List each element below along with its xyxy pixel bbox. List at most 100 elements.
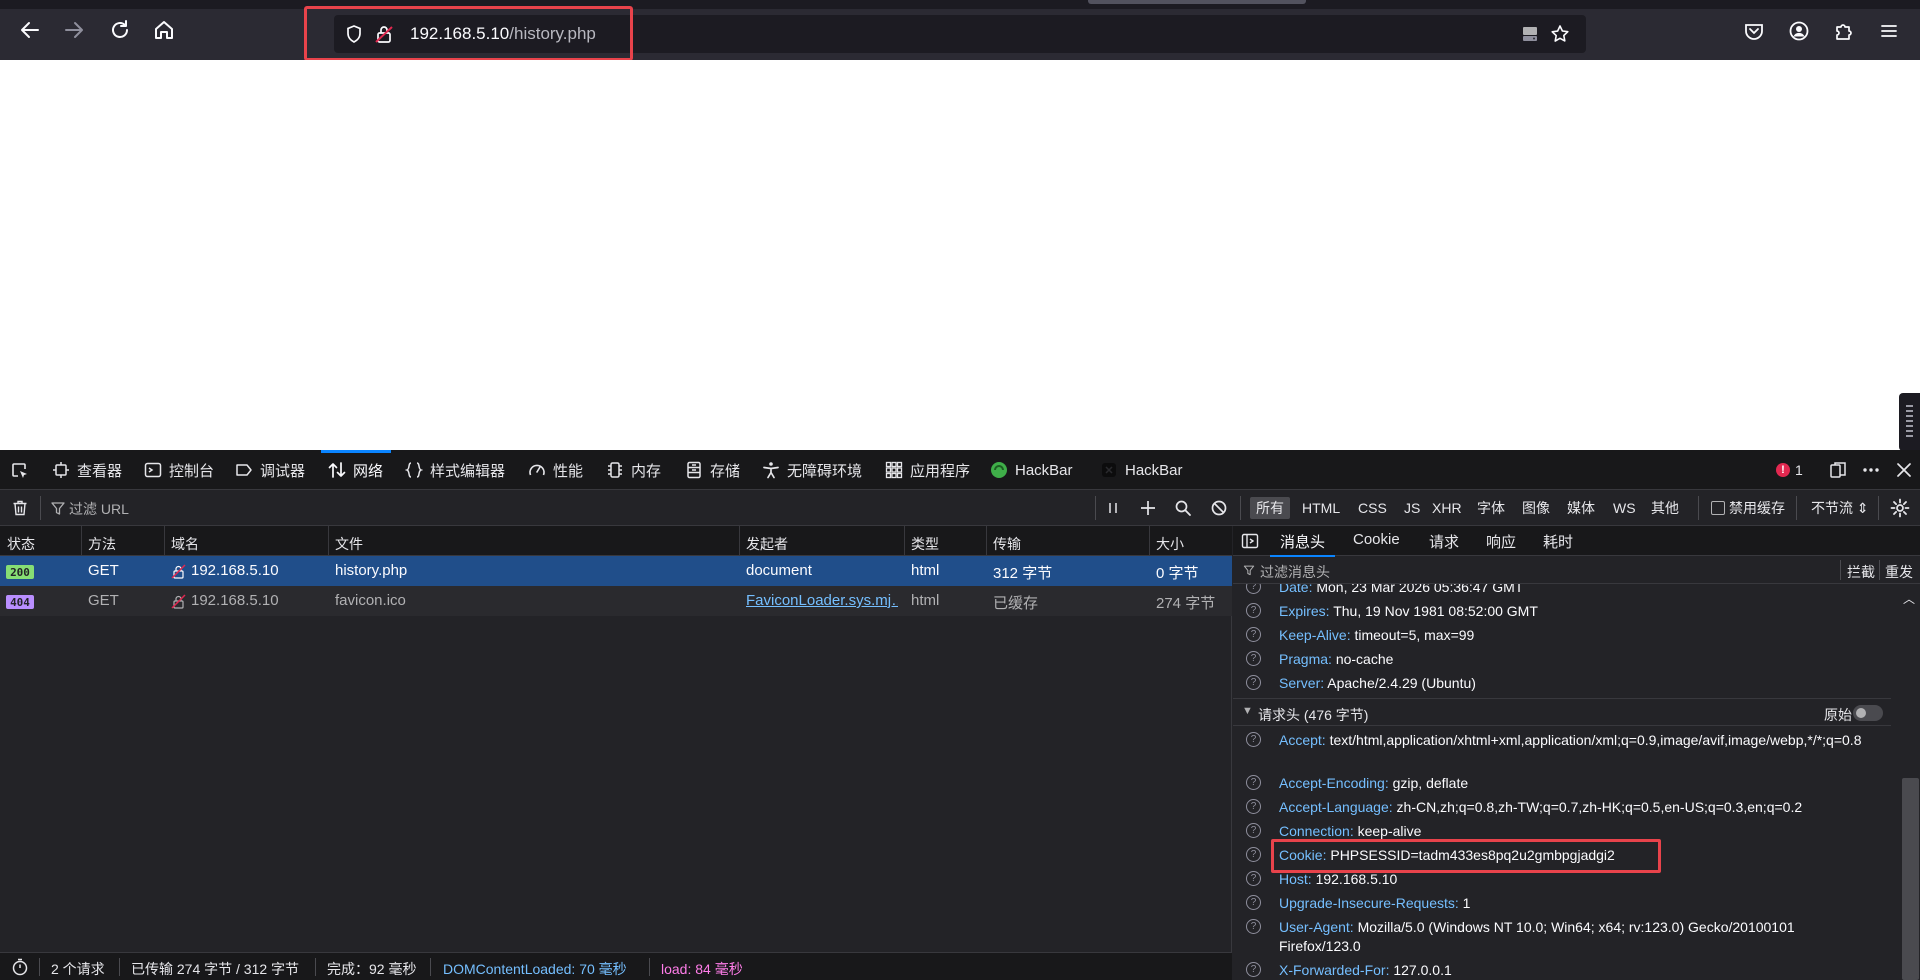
filter-icon: [1243, 565, 1255, 576]
account-button[interactable]: [1788, 20, 1810, 42]
block-button[interactable]: 拦截: [1847, 562, 1875, 582]
error-count-badge[interactable]: ! 1: [1776, 461, 1803, 479]
hackbar-icon: [991, 462, 1007, 478]
filter-media[interactable]: 媒体: [1561, 497, 1601, 519]
tab-debugger[interactable]: 调试器: [235, 450, 305, 490]
column-initiator[interactable]: 发起者: [746, 534, 788, 554]
resend-button[interactable]: 重发: [1885, 562, 1913, 582]
raw-toggle[interactable]: [1853, 705, 1883, 721]
filter-all[interactable]: 所有: [1250, 497, 1290, 519]
search-button[interactable]: [1174, 499, 1192, 517]
help-icon: ?: [1246, 962, 1261, 977]
finish-time: 完成：92 毫秒: [327, 961, 417, 977]
filter-css[interactable]: CSS: [1352, 497, 1393, 519]
element-picker-icon[interactable]: [10, 461, 30, 481]
filter-html[interactable]: HTML: [1296, 497, 1346, 519]
column-status[interactable]: 状态: [7, 534, 35, 554]
column-domain[interactable]: 域名: [171, 534, 199, 554]
home-button[interactable]: [152, 18, 176, 42]
forward-button[interactable]: [62, 18, 86, 42]
filter-xhr[interactable]: XHR: [1426, 497, 1468, 519]
disable-cache-checkbox[interactable]: 禁用缓存: [1705, 497, 1791, 519]
pause-button[interactable]: [1104, 499, 1122, 517]
section-title: 请求头 (476 字节): [1258, 707, 1369, 723]
tab-application[interactable]: 应用程序: [885, 450, 970, 490]
filter-js[interactable]: JS: [1398, 497, 1426, 519]
sidebar-handle[interactable]: [1899, 393, 1920, 451]
arrow-left-icon: [21, 22, 39, 38]
hackbar-dark-icon: [1102, 463, 1116, 477]
clear-requests-button[interactable]: [11, 499, 29, 517]
table-row[interactable]: 200 GET 192.168.5.10 history.php documen…: [0, 556, 1232, 586]
pocket-button[interactable]: [1743, 20, 1765, 42]
header-key: Expires:: [1279, 603, 1330, 619]
scroll-up-icon[interactable]: ︿: [1903, 590, 1915, 607]
column-transferred[interactable]: 传输: [993, 534, 1021, 554]
filter-other[interactable]: 其他: [1645, 497, 1685, 519]
request-details-panel: 消息头 Cookie 请求 响应 耗时 过滤消息头 拦截 重发 ? Date: M…: [1233, 526, 1920, 980]
tab-hackbar-2[interactable]: HackBar: [1100, 450, 1183, 490]
tab-network[interactable]: 网络: [320, 450, 392, 490]
tab-response[interactable]: 响应: [1486, 531, 1516, 552]
header-value: Mon, 23 Mar 2026 05:36:47 GMT: [1316, 584, 1524, 595]
tab-timings[interactable]: 耗时: [1543, 531, 1573, 552]
network-settings-button[interactable]: [1890, 498, 1910, 518]
header-key: Accept-Language:: [1279, 799, 1393, 815]
cookie-highlight-box: [1271, 839, 1661, 873]
throttle-label: 不节流: [1811, 500, 1853, 516]
menu-button[interactable]: [1878, 20, 1900, 42]
url-filter-input[interactable]: 过滤 URL: [69, 499, 129, 519]
responsive-design-button[interactable]: [1829, 461, 1847, 479]
filter-fonts[interactable]: 字体: [1471, 497, 1511, 519]
table-row[interactable]: 404 GET 192.168.5.10 favicon.ico Favicon…: [0, 586, 1232, 616]
tab-memory[interactable]: 内存: [606, 450, 661, 490]
tab[interactable]: [1088, 0, 1306, 4]
tab-console[interactable]: 控制台: [144, 450, 214, 490]
scrollbar-thumb[interactable]: [1902, 778, 1919, 980]
tab-style-editor[interactable]: 样式编辑器: [405, 450, 505, 490]
back-button[interactable]: [18, 18, 42, 42]
bookmark-star-icon[interactable]: [1550, 24, 1570, 44]
filter-images[interactable]: 图像: [1516, 497, 1556, 519]
stopwatch-icon[interactable]: [11, 958, 29, 976]
initiator-link[interactable]: FaviconLoader.sys.mj…: [746, 592, 898, 609]
tab-inspector[interactable]: 查看器: [52, 450, 122, 490]
column-method[interactable]: 方法: [88, 534, 116, 554]
transferred-total: 已传输 274 字节 / 312 字节: [131, 961, 300, 977]
arrow-right-icon: [65, 22, 83, 38]
tab-performance[interactable]: 性能: [528, 450, 583, 490]
header-value: gzip, deflate: [1392, 775, 1469, 791]
console-icon: [144, 462, 162, 478]
filter-ws[interactable]: WS: [1607, 497, 1642, 519]
request-headers-section[interactable]: ▼ 请求头 (476 字节) 原始: [1233, 698, 1891, 726]
tab-hackbar[interactable]: HackBar: [990, 450, 1073, 490]
drive-icon[interactable]: [1520, 24, 1540, 44]
raw-label: 原始: [1824, 707, 1852, 723]
close-devtools-button[interactable]: [1895, 461, 1913, 479]
extensions-button[interactable]: [1833, 20, 1855, 42]
new-request-button[interactable]: [1139, 499, 1157, 517]
tab-request[interactable]: 请求: [1429, 531, 1459, 552]
help-icon: ?: [1246, 584, 1261, 594]
devtools-options-button[interactable]: [1862, 461, 1880, 479]
headers-filter-input[interactable]: 过滤消息头: [1260, 562, 1330, 582]
tab-cookie[interactable]: Cookie: [1353, 531, 1400, 548]
tab-accessibility[interactable]: 无障碍环境: [762, 450, 862, 490]
tab-headers[interactable]: 消息头: [1269, 531, 1336, 557]
request-transferred: 312 字节: [993, 565, 1053, 582]
tab-label: 样式编辑器: [430, 462, 506, 480]
column-size[interactable]: 大小: [1156, 534, 1184, 554]
block-requests-button[interactable]: [1210, 499, 1228, 517]
chevron-down-icon: ▼: [1242, 705, 1253, 717]
reload-button[interactable]: [108, 18, 132, 42]
request-domain: 192.168.5.10: [191, 592, 279, 609]
help-icon: ?: [1246, 775, 1261, 790]
column-file[interactable]: 文件: [335, 534, 363, 554]
throttle-select[interactable]: 不节流 ⇕: [1805, 497, 1875, 519]
tab-storage[interactable]: 存储: [685, 450, 740, 490]
inspector-icon: [53, 462, 69, 478]
column-type[interactable]: 类型: [911, 534, 939, 554]
toggle-sidebar-icon[interactable]: [1241, 532, 1259, 550]
tab-label: 网络: [353, 462, 384, 480]
insecure-lock-icon: [171, 594, 186, 609]
